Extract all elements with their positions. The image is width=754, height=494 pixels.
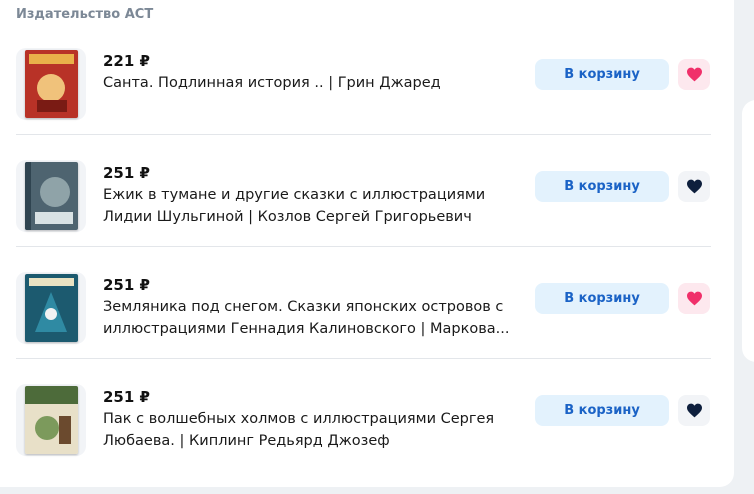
heart-icon bbox=[686, 67, 702, 82]
heart-icon bbox=[686, 179, 702, 194]
favorite-button[interactable] bbox=[678, 283, 710, 314]
book-cover[interactable] bbox=[16, 48, 86, 120]
product-title[interactable]: Ежик в тумане и другие сказки с иллюстра… bbox=[103, 184, 523, 228]
heart-icon bbox=[686, 291, 702, 306]
book-cover-image bbox=[25, 386, 78, 454]
price: 251 ₽ bbox=[103, 388, 150, 406]
book-cover-image bbox=[25, 50, 78, 118]
price: 251 ₽ bbox=[103, 164, 150, 182]
list-item: 221 ₽ Санта. Подлинная история .. | Грин… bbox=[16, 22, 711, 135]
product-title[interactable]: Пак с волшебных холмов с иллюстрациями С… bbox=[103, 408, 523, 452]
product-title[interactable]: Санта. Подлинная история .. | Грин Джаре… bbox=[103, 72, 523, 94]
product-list-panel: Издательство АСТ 221 ₽ Санта. Подлинная … bbox=[0, 0, 734, 487]
book-cover-image bbox=[25, 274, 78, 342]
add-to-cart-button[interactable]: В корзину bbox=[535, 171, 669, 202]
add-to-cart-button[interactable]: В корзину bbox=[535, 59, 669, 90]
book-cover[interactable] bbox=[16, 160, 86, 232]
book-cover[interactable] bbox=[16, 272, 86, 344]
price: 251 ₽ bbox=[103, 276, 150, 294]
list-item: 251 ₽ Ежик в тумане и другие сказки с ил… bbox=[16, 134, 711, 247]
add-to-cart-button[interactable]: В корзину bbox=[535, 395, 669, 426]
price: 221 ₽ bbox=[103, 52, 150, 70]
favorite-button[interactable] bbox=[678, 59, 710, 90]
product-title[interactable]: Земляника под снегом. Сказки японских ос… bbox=[103, 296, 523, 340]
book-cover-image bbox=[25, 162, 78, 230]
book-cover[interactable] bbox=[16, 384, 86, 456]
side-card-edge bbox=[742, 100, 754, 362]
publisher-heading: Издательство АСТ bbox=[16, 7, 154, 22]
add-to-cart-button[interactable]: В корзину bbox=[535, 283, 669, 314]
heart-icon bbox=[686, 403, 702, 418]
list-item: 251 ₽ Пак с волшебных холмов с иллюстрац… bbox=[16, 358, 711, 470]
favorite-button[interactable] bbox=[678, 171, 710, 202]
list-item: 251 ₽ Земляника под снегом. Сказки японс… bbox=[16, 246, 711, 359]
favorite-button[interactable] bbox=[678, 395, 710, 426]
